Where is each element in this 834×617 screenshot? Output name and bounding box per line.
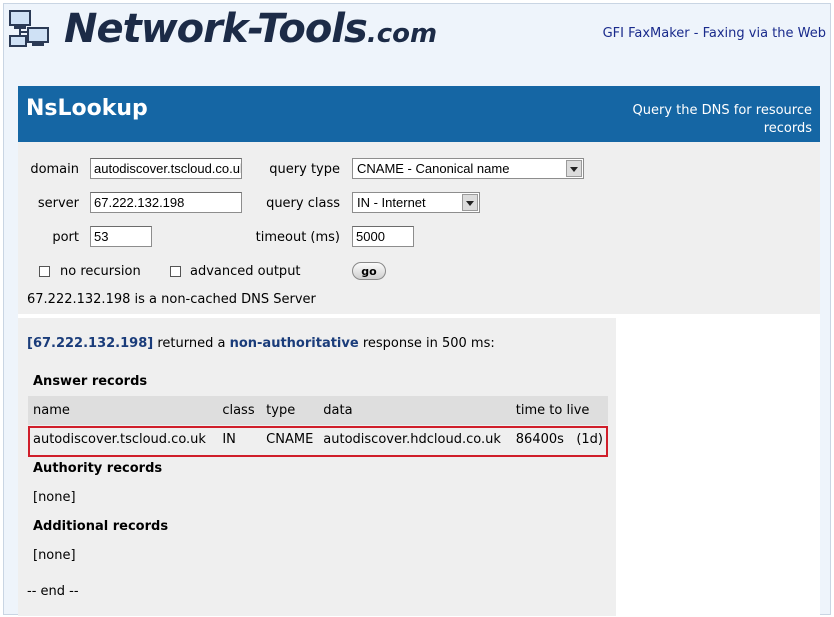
column-type: type <box>261 396 319 425</box>
site-header: Network-Tools.com GFI FaxMaker - Faxing … <box>4 4 830 70</box>
server-note: 67.222.132.198 is a non-cached DNS Serve… <box>27 292 316 307</box>
record-ttl: 86400s (1d) <box>511 425 608 454</box>
page-frame: Network-Tools.com GFI FaxMaker - Faxing … <box>3 3 831 616</box>
domain-input[interactable]: autodiscover.tscloud.co.uk <box>90 158 242 179</box>
query-type-value: CNAME - Canonical name <box>357 161 510 176</box>
record-name: autodiscover.tscloud.co.uk <box>33 432 206 447</box>
table-header-row: name class type data time to live <box>28 396 608 425</box>
advanced-output-label: advanced output <box>190 264 301 279</box>
record-type: CNAME <box>266 432 314 447</box>
response-summary: [67.222.132.198] returned a non-authorit… <box>27 336 495 351</box>
response-text: returned a <box>157 336 226 351</box>
end-marker: -- end -- <box>27 584 79 599</box>
network-computers-icon <box>9 10 49 47</box>
column-name: name <box>28 396 218 425</box>
timeout-label: timeout (ms) <box>255 230 340 245</box>
port-input[interactable]: 53 <box>90 226 152 247</box>
no-recursion-checkbox[interactable] <box>39 266 50 277</box>
page-title: NsLookup <box>26 96 148 121</box>
column-class: class <box>217 396 262 425</box>
ad-link[interactable]: GFI FaxMaker - Faxing via the Web <box>603 26 826 41</box>
lookup-form: domain autodiscover.tscloud.co.uk query … <box>18 142 820 314</box>
query-type-select[interactable]: CNAME - Canonical name <box>352 158 584 179</box>
ttl-human: (1d) <box>576 432 603 447</box>
server-input[interactable]: 67.222.132.198 <box>90 192 242 213</box>
query-class-value: IN - Internet <box>357 195 426 210</box>
logo-domain-text: .com <box>366 19 438 49</box>
advanced-output-checkbox[interactable] <box>170 266 181 277</box>
response-time-text: response in 500 ms: <box>362 336 495 351</box>
additional-records-value: [none] <box>33 548 76 563</box>
server-label: server <box>37 196 79 211</box>
dropdown-arrow-icon[interactable] <box>566 160 582 177</box>
logo-main-text: Network-Tools <box>64 6 368 52</box>
authority-records-heading: Authority records <box>33 461 163 476</box>
authority-records-value: [none] <box>33 490 76 505</box>
results-panel: [67.222.132.198] returned a non-authorit… <box>18 318 616 616</box>
column-data: data <box>318 396 511 425</box>
no-recursion-label: no recursion <box>60 264 141 279</box>
answer-records-table: name class type data time to live autodi… <box>28 396 608 454</box>
dropdown-arrow-icon[interactable] <box>462 194 478 211</box>
authority-link[interactable]: non-authoritative <box>230 336 359 351</box>
answer-records-heading: Answer records <box>33 374 148 389</box>
query-class-label: query class <box>266 196 340 211</box>
record-class: IN <box>222 432 236 447</box>
tool-titlebar: NsLookup Query the DNS for resource reco… <box>18 86 820 142</box>
domain-label: domain <box>30 162 79 177</box>
query-type-label: query type <box>269 162 340 177</box>
page-subtitle: Query the DNS for resource records <box>632 103 812 136</box>
column-ttl: time to live <box>510 396 608 425</box>
site-logo[interactable]: Network-Tools.com <box>64 6 437 52</box>
record-data: autodiscover.hdcloud.co.uk <box>323 432 501 447</box>
port-label: port <box>52 230 79 245</box>
additional-records-heading: Additional records <box>33 519 169 534</box>
go-button[interactable]: go <box>352 262 386 280</box>
nslookup-panel: NsLookup Query the DNS for resource reco… <box>18 86 820 616</box>
table-row: autodiscover.tscloud.co.uk IN CNAME auto… <box>28 425 608 454</box>
ttl-seconds: 86400s <box>515 432 564 447</box>
server-ip-link[interactable]: [67.222.132.198] <box>27 336 153 351</box>
query-class-select[interactable]: IN - Internet <box>352 192 480 213</box>
timeout-input[interactable]: 5000 <box>352 226 414 247</box>
